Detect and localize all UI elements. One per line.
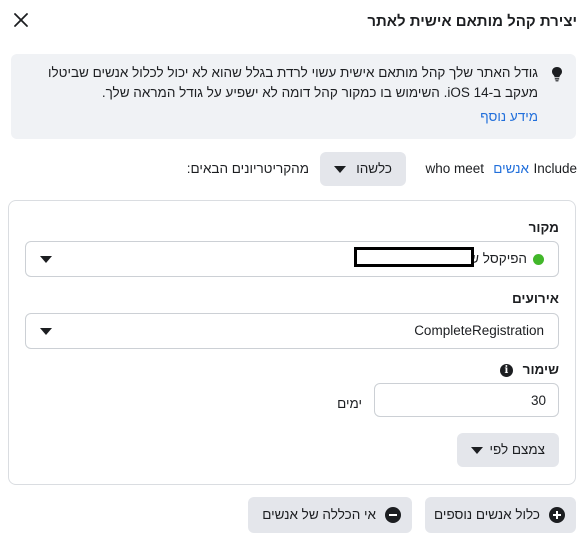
exclude-label: אי הכללה של אנשים <box>262 507 376 522</box>
include-label: Include <box>533 161 577 176</box>
include-more-people-button[interactable]: כלול אנשים נוספים <box>425 497 576 533</box>
match-any-label: כלשהו <box>356 161 392 176</box>
source-label: מקור <box>528 220 559 235</box>
source-select[interactable]: הפיקסל של <box>25 241 559 277</box>
caret-down-icon <box>40 328 52 335</box>
narrow-by-button[interactable]: צמצם לפי <box>457 433 559 467</box>
include-criteria-row: Include אנשים who meet כלשהו מהקריטריוני… <box>7 152 577 186</box>
plus-circle-icon <box>549 507 565 523</box>
redacted-pixel-name <box>354 247 474 267</box>
status-dot-icon <box>533 254 544 265</box>
retention-label-row: שימור i <box>499 362 559 377</box>
retention-label: שימור <box>522 362 559 377</box>
narrow-by-label: צמצם לפי <box>489 442 545 457</box>
ios14-notice: גודל האתר שלך קהל מותאם אישית עשוי לרדת … <box>11 54 576 139</box>
retention-input[interactable]: 30 <box>374 383 559 417</box>
events-select[interactable]: CompleteRegistration <box>25 313 559 349</box>
lightbulb-icon <box>552 67 562 82</box>
info-icon[interactable]: i <box>499 363 513 377</box>
rule-panel: מקור הפיקסל של אירועים CompleteRegistrat… <box>8 200 576 485</box>
notice-text: גודל האתר שלך קהל מותאם אישית עשוי לרדת … <box>47 65 538 100</box>
caret-down-icon <box>334 166 346 173</box>
include-more-label: כלול אנשים נוספים <box>434 507 540 522</box>
exclude-people-button[interactable]: אי הכללה של אנשים <box>248 497 412 533</box>
match-any-dropdown[interactable]: כלשהו <box>320 152 406 186</box>
retention-unit: ימים <box>337 396 362 411</box>
events-label: אירועים <box>511 291 559 306</box>
people-link[interactable]: אנשים <box>493 161 529 176</box>
caret-down-icon <box>40 256 52 263</box>
learn-more-link[interactable]: מידע נוסף <box>480 109 538 124</box>
criteria-label: מהקריטריונים הבאים: <box>186 161 309 176</box>
dialog-title: יצירת קהל מותאם אישית לאתר <box>367 13 577 30</box>
retention-value: 30 <box>530 393 546 408</box>
who-meet-label: who meet <box>425 161 484 176</box>
minus-circle-icon <box>385 507 401 523</box>
caret-down-icon <box>471 447 483 454</box>
events-value: CompleteRegistration <box>414 323 544 338</box>
close-icon[interactable] <box>12 11 30 29</box>
